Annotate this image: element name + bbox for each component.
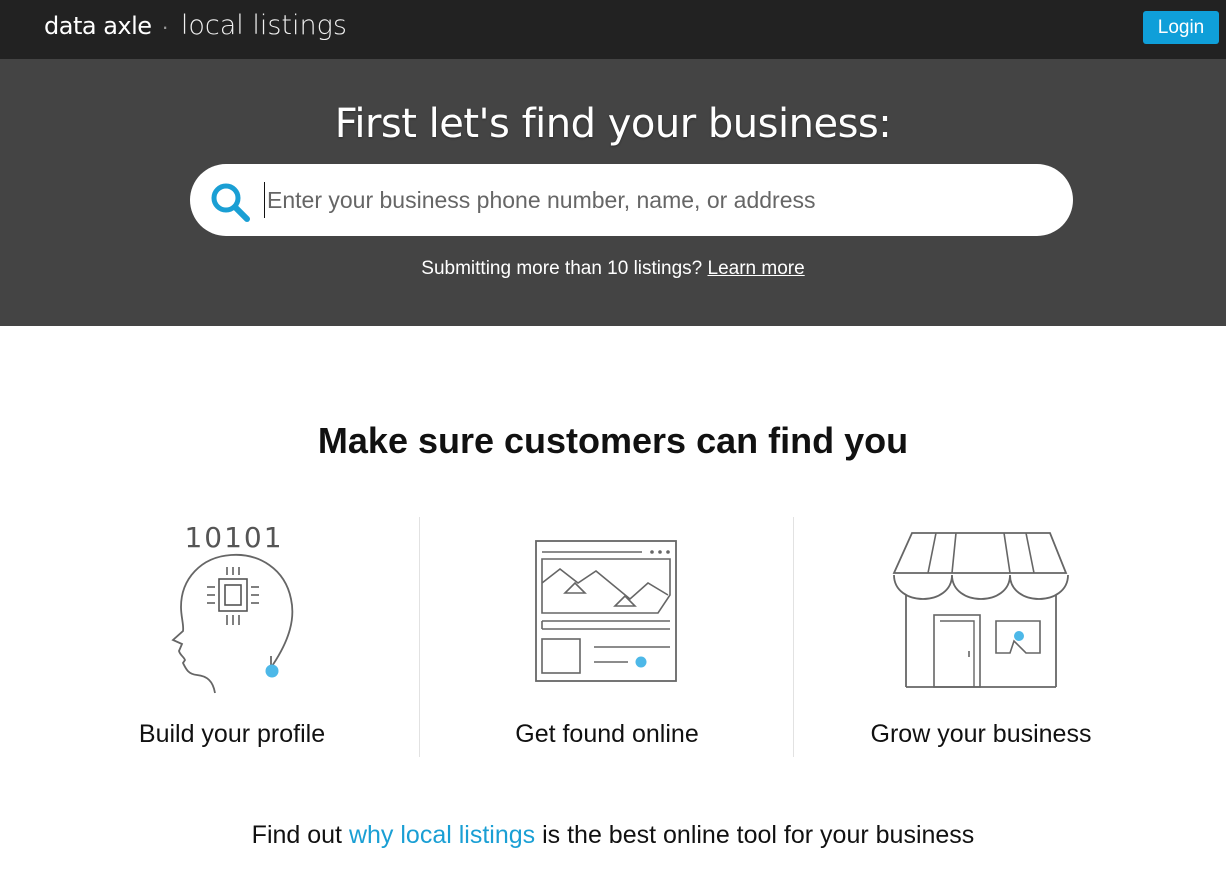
feature-get-found: Get found online — [420, 517, 794, 757]
binary-text: 10101 — [184, 521, 283, 554]
login-button[interactable]: Login — [1143, 11, 1219, 44]
feature-label: Build your profile — [138, 720, 326, 748]
bulk-listing-note: Submitting more than 10 listings? Learn … — [0, 258, 1226, 280]
feature-label: Grow your business — [870, 720, 1092, 748]
feature-build-profile: 10101 Build your profile — [45, 517, 419, 757]
feature-grow-business: Grow your business — [794, 517, 1168, 757]
head-chip-icon: 10101 — [171, 521, 294, 694]
webpage-icon — [535, 540, 677, 682]
brand-name: data axle — [44, 12, 152, 40]
brand-separator: · — [161, 14, 169, 39]
hero-section: First let's find your business: Submitti… — [0, 59, 1226, 326]
brand-product-name: local listings — [180, 10, 347, 41]
brand-logo[interactable]: data axle · local listings — [44, 10, 347, 41]
bottom-line-prefix: Find out — [251, 821, 343, 849]
top-navigation-bar: data axle · local listings Login — [0, 0, 1226, 59]
storefront-icon — [892, 532, 1069, 688]
bulk-listing-text: Submitting more than 10 listings? — [421, 258, 703, 279]
learn-more-link[interactable]: Learn more — [708, 258, 805, 279]
search-icon[interactable] — [208, 180, 252, 224]
section-title: Make sure customers can find you — [317, 420, 909, 461]
search-box[interactable] — [190, 164, 1073, 236]
why-local-listings-link[interactable]: why local listings — [349, 821, 535, 849]
why-local-listings-line: Find out why local listings is the best … — [0, 821, 1226, 850]
bottom-line-suffix: is the best online tool for your busines… — [542, 821, 975, 849]
feature-label: Get found online — [515, 720, 699, 748]
business-search-input[interactable] — [264, 182, 1044, 218]
hero-title: First let's find your business: — [334, 101, 892, 147]
